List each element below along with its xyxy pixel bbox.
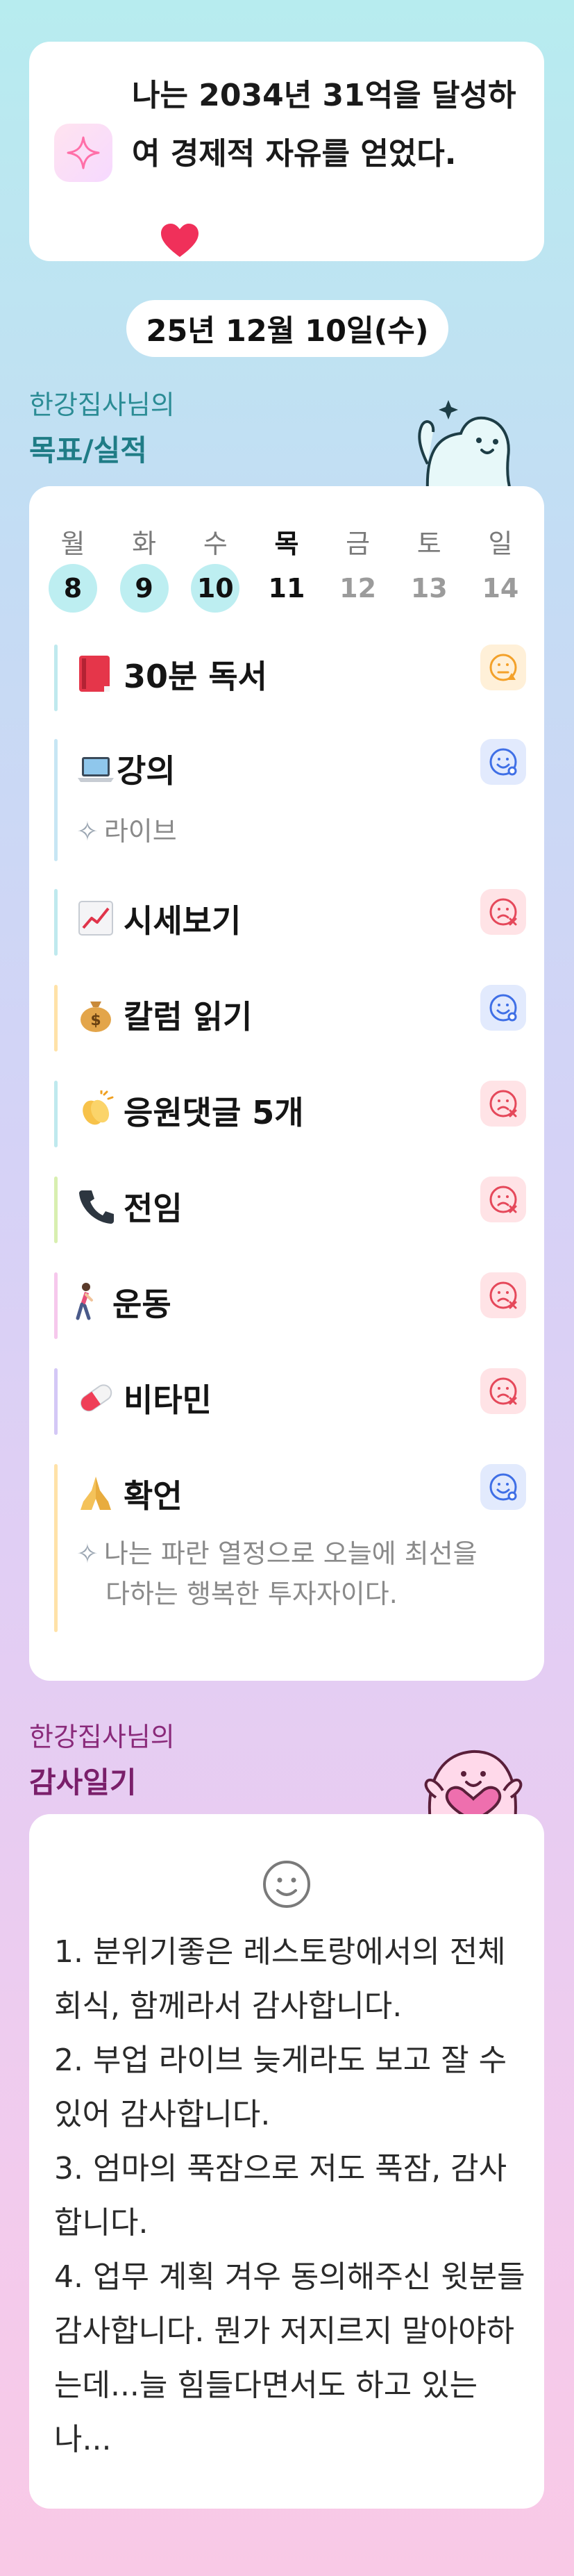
goals-section-title: 목표/실적: [29, 433, 147, 467]
day-name: 목: [274, 529, 299, 559]
task-bar: [54, 739, 58, 861]
task-title: 칼럼 읽기: [124, 998, 253, 1036]
task-item[interactable]: 운동: [54, 1272, 526, 1339]
task-bar: [54, 1368, 58, 1435]
gratitude-entry: 2. 부업 라이브 늦게라도 보고 잘 수 있어 감사합니다.: [54, 2043, 507, 2132]
goals-section-header: 한강집사님의 목표/실적: [29, 383, 175, 470]
day-wed[interactable]: 수 10: [191, 522, 240, 613]
chart-up-icon: [76, 899, 115, 938]
gratitude-entry: 1. 분위기좋은 레스토랑에서의 전체 회식, 함께라서 감사합니다.: [54, 1934, 506, 2024]
task-title: 응원댓글 5개: [124, 1094, 304, 1131]
day-name: 일: [488, 529, 513, 559]
day-date: 12: [339, 573, 377, 604]
phone-icon: [76, 1186, 115, 1225]
sparkle-small-icon: ✧: [76, 816, 99, 847]
day-date: 9: [119, 564, 169, 613]
status-sad-face-icon[interactable]: [480, 1368, 526, 1414]
status-sad-face-icon[interactable]: [480, 1272, 526, 1318]
money-bag-icon: $: [76, 995, 115, 1033]
task-bar: [54, 889, 58, 956]
task-title: 운동: [112, 1286, 171, 1323]
task-item[interactable]: 전임: [54, 1177, 526, 1243]
day-date: 8: [49, 564, 97, 613]
task-note-text: 나는 파란 열정으로 오늘에 최선을 다하는 행복한 투자자이다.: [103, 1538, 478, 1609]
task-item[interactable]: $ 칼럼 읽기: [54, 985, 526, 1052]
status-sad-face-icon[interactable]: [480, 889, 526, 935]
sparkle-icon: [54, 124, 112, 182]
mascot-waving-icon: [407, 394, 518, 495]
day-name: 토: [416, 529, 441, 559]
task-bar: [54, 1081, 58, 1147]
task-item[interactable]: 응원댓글 5개: [54, 1081, 526, 1147]
gratitude-card[interactable]: 1. 분위기좋은 레스토랑에서의 전체 회식, 함께라서 감사합니다. 2. 부…: [29, 1814, 544, 2509]
task-bar: [54, 985, 58, 1052]
status-happy-face-icon[interactable]: [480, 739, 526, 785]
folded-hands-icon: [76, 1474, 115, 1513]
smile-face-icon: [261, 1859, 312, 1913]
task-note: ✧ 라이브: [76, 811, 177, 851]
task-title: 비타민: [124, 1381, 212, 1419]
gratitude-section-header: 한강집사님의 감사일기: [29, 1715, 175, 1802]
task-title: 시세보기: [124, 902, 242, 940]
task-item[interactable]: 30분 독서: [54, 645, 526, 711]
sparkle-small-icon: ✧: [76, 1538, 99, 1569]
day-name: 화: [132, 529, 157, 559]
status-happy-face-icon[interactable]: [480, 1464, 526, 1510]
task-bar: [54, 1177, 58, 1243]
gratitude-body: 1. 분위기좋은 레스토랑에서의 전체 회식, 함께라서 감사합니다. 2. 부…: [54, 1925, 533, 2467]
day-date: 13: [410, 573, 448, 604]
day-date: 10: [191, 564, 240, 613]
task-note: ✧ 나는 파란 열정으로 오늘에 최선을 다하는 행복한 투자자이다.: [76, 1534, 493, 1614]
gratitude-section-title: 감사일기: [29, 1765, 137, 1800]
pill-icon: [76, 1378, 115, 1417]
status-happy-face-icon[interactable]: [480, 985, 526, 1031]
day-name: 금: [346, 529, 371, 559]
laptop-icon: [76, 749, 115, 788]
week-strip: 월 8 화 9 수 10 목 11 금 12 토 13 일 14: [49, 522, 525, 613]
day-name: 수: [203, 529, 228, 559]
task-item[interactable]: 강의 ✧ 라이브: [54, 739, 526, 861]
goals-card: 월 8 화 9 수 10 목 11 금 12 토 13 일 14 30분 독서 …: [29, 486, 544, 1681]
affirmation-card[interactable]: 나는 2034년 31억을 달성하여 경제적 자유를 얻었다.: [29, 42, 544, 261]
affirmation-text: 나는 2034년 31억을 달성하여 경제적 자유를 얻었다.: [132, 78, 516, 172]
task-title: 전임: [124, 1190, 183, 1227]
day-fri[interactable]: 금 12: [334, 522, 382, 613]
task-item[interactable]: 비타민: [54, 1368, 526, 1435]
day-sat[interactable]: 토 13: [405, 522, 453, 613]
day-sun[interactable]: 일 14: [476, 522, 525, 613]
clapping-hands-icon: [76, 1088, 115, 1129]
walking-person-icon: [71, 1282, 110, 1321]
mascot-heart-icon: [411, 1729, 529, 1824]
day-mon[interactable]: 월 8: [49, 522, 97, 613]
task-bar: [54, 1464, 58, 1632]
task-title: 확언: [124, 1477, 183, 1515]
date-selector[interactable]: 25년 12월 10일(수): [126, 300, 448, 357]
gratitude-entry: 3. 엄마의 푹잠으로 저도 푹잠, 감사합니다.: [54, 2151, 507, 2241]
day-name: 월: [60, 529, 85, 559]
task-title: 30분 독서: [124, 658, 267, 695]
goals-owner-label: 한강집사님의: [29, 390, 175, 420]
heart-icon: [160, 222, 200, 261]
gratitude-owner-label: 한강집사님의: [29, 1722, 175, 1752]
task-item[interactable]: 시세보기: [54, 889, 526, 956]
status-sad-face-icon[interactable]: [480, 1081, 526, 1127]
status-sad-face-icon[interactable]: [480, 1177, 526, 1222]
day-date: 11: [268, 573, 305, 604]
day-tue[interactable]: 화 9: [119, 522, 169, 613]
book-icon: [76, 654, 115, 693]
svg-text:$: $: [90, 1012, 101, 1029]
task-note-text: 라이브: [103, 816, 177, 847]
task-bar: [54, 1272, 58, 1339]
gratitude-entry: 4. 업무 계획 겨우 동의해주신 윗분들 감사합니다. 뭔가 저지르지 말아야…: [54, 2259, 525, 2457]
day-date: 14: [482, 573, 519, 604]
task-title: 강의: [117, 752, 176, 790]
status-warning-face-icon[interactable]: [480, 645, 526, 690]
task-item[interactable]: 확언 ✧ 나는 파란 열정으로 오늘에 최선을 다하는 행복한 투자자이다.: [54, 1464, 526, 1632]
day-thu[interactable]: 목 11: [262, 522, 311, 613]
task-bar: [54, 645, 58, 711]
